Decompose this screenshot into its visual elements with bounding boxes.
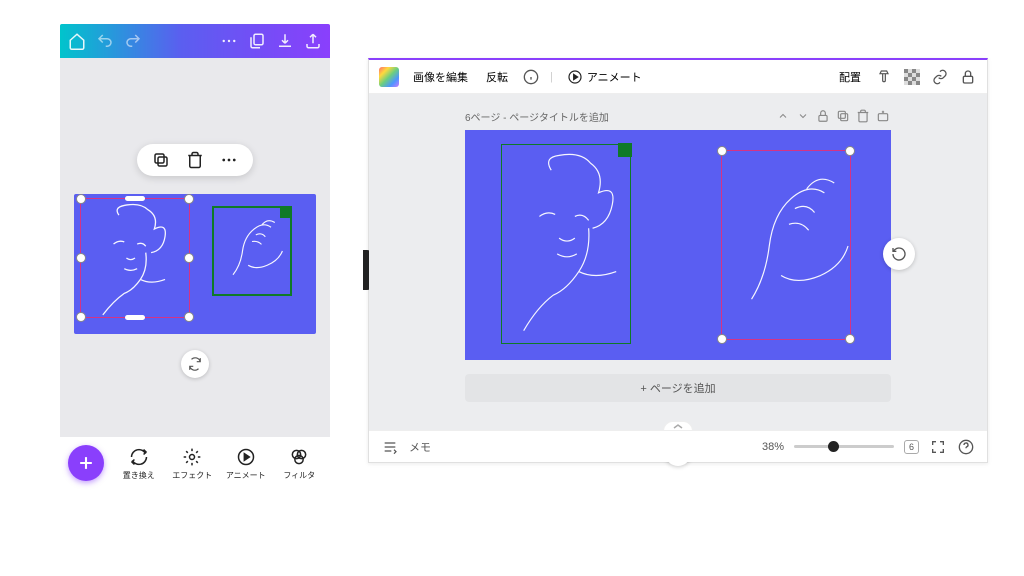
position-button[interactable]: 配置 [835,67,865,87]
effect-icon [181,446,203,468]
replace-button[interactable]: 置き換え [112,446,166,481]
filter-label: フィルタ [283,470,315,481]
page-header: 6ページ - ページタイトルを追加 [465,94,891,130]
delete-icon[interactable] [185,150,205,170]
sync-icon[interactable] [181,350,209,378]
lock-page-icon[interactable] [815,108,831,124]
mobile-editor-panel: 置き換え エフェクト アニメート フィルタ [60,24,330,489]
resize-handle[interactable] [184,253,194,263]
duplicate-icon[interactable] [151,150,171,170]
filter-button[interactable]: フィルタ [273,446,327,481]
resize-handle[interactable] [845,334,855,344]
copy-style-icon[interactable] [875,68,893,86]
effect-button[interactable]: エフェクト [166,446,220,481]
crop-box[interactable] [212,206,292,296]
download-icon[interactable] [276,32,294,50]
info-icon[interactable] [522,68,540,86]
selection-context-bar [137,144,253,176]
page-count-badge[interactable]: 6 [904,440,919,454]
selection-box[interactable] [721,150,851,340]
animate-icon [235,446,257,468]
notes-icon[interactable] [381,438,399,456]
desktop-canvas[interactable] [465,130,891,360]
duplicate-page-icon[interactable] [835,108,851,124]
add-page-button[interactable]: + ページを追加 [465,374,891,402]
mobile-top-toolbar [60,24,330,58]
resize-handle[interactable] [184,312,194,322]
resize-handle[interactable] [845,146,855,156]
add-page-above-icon[interactable] [875,108,891,124]
copy-pages-icon[interactable] [248,32,266,50]
replace-icon [128,446,150,468]
zoom-slider[interactable] [794,445,894,448]
mobile-bottom-bar: 置き換え エフェクト アニメート フィルタ [60,437,330,489]
mobile-canvas-container [74,194,316,334]
redo-icon[interactable] [124,32,142,50]
resize-handle[interactable] [717,334,727,344]
filter-icon [288,446,310,468]
resize-handle[interactable] [76,312,86,322]
canvas[interactable] [74,194,316,334]
desktop-body: 6ページ - ページタイトルを追加 [369,94,987,430]
crop-box[interactable] [501,144,631,344]
delete-page-icon[interactable] [855,108,871,124]
desktop-toolbar: 画像を編集 反転 | アニメート 配置 [369,60,987,94]
add-fab[interactable] [68,445,104,481]
link-icon[interactable] [931,68,949,86]
help-icon[interactable] [957,438,975,456]
edit-image-button[interactable]: 画像を編集 [409,67,472,87]
home-icon[interactable] [68,32,86,50]
selection-box[interactable] [80,198,190,318]
lock-icon[interactable] [959,68,977,86]
effect-label: エフェクト [172,470,212,481]
page-title-label[interactable]: 6ページ - ページタイトルを追加 [465,109,609,124]
more-icon[interactable] [220,32,238,50]
slider-thumb[interactable] [828,441,839,452]
resize-handle[interactable] [717,146,727,156]
flip-button[interactable]: 反転 [482,67,512,87]
fullscreen-icon[interactable] [929,438,947,456]
color-swatch[interactable] [379,67,399,87]
share-icon[interactable] [304,32,322,50]
memo-label[interactable]: メモ [409,439,431,455]
desktop-editor-panel: 画像を編集 反転 | アニメート 配置 6ページ - ページタイトルを追加 [368,58,988,463]
animate-label: アニメート [587,69,642,85]
resize-handle[interactable] [184,194,194,204]
expand-icon[interactable] [795,108,811,124]
collapse-icon[interactable] [775,108,791,124]
resize-handle[interactable] [125,196,145,201]
resize-handle[interactable] [76,194,86,204]
rotate-button[interactable] [883,238,915,270]
desktop-bottom-bar: メモ 38% 6 [369,430,987,462]
more-options-icon[interactable] [219,150,239,170]
animate-button[interactable]: アニメート [563,67,646,87]
undo-icon[interactable] [96,32,114,50]
animate-label: アニメート [226,470,266,481]
replace-label: 置き換え [123,470,155,481]
resize-handle[interactable] [76,253,86,263]
transparency-icon[interactable] [903,68,921,86]
resize-handle[interactable] [125,315,145,320]
animate-button[interactable]: アニメート [219,446,273,481]
zoom-value[interactable]: 38% [762,441,784,453]
